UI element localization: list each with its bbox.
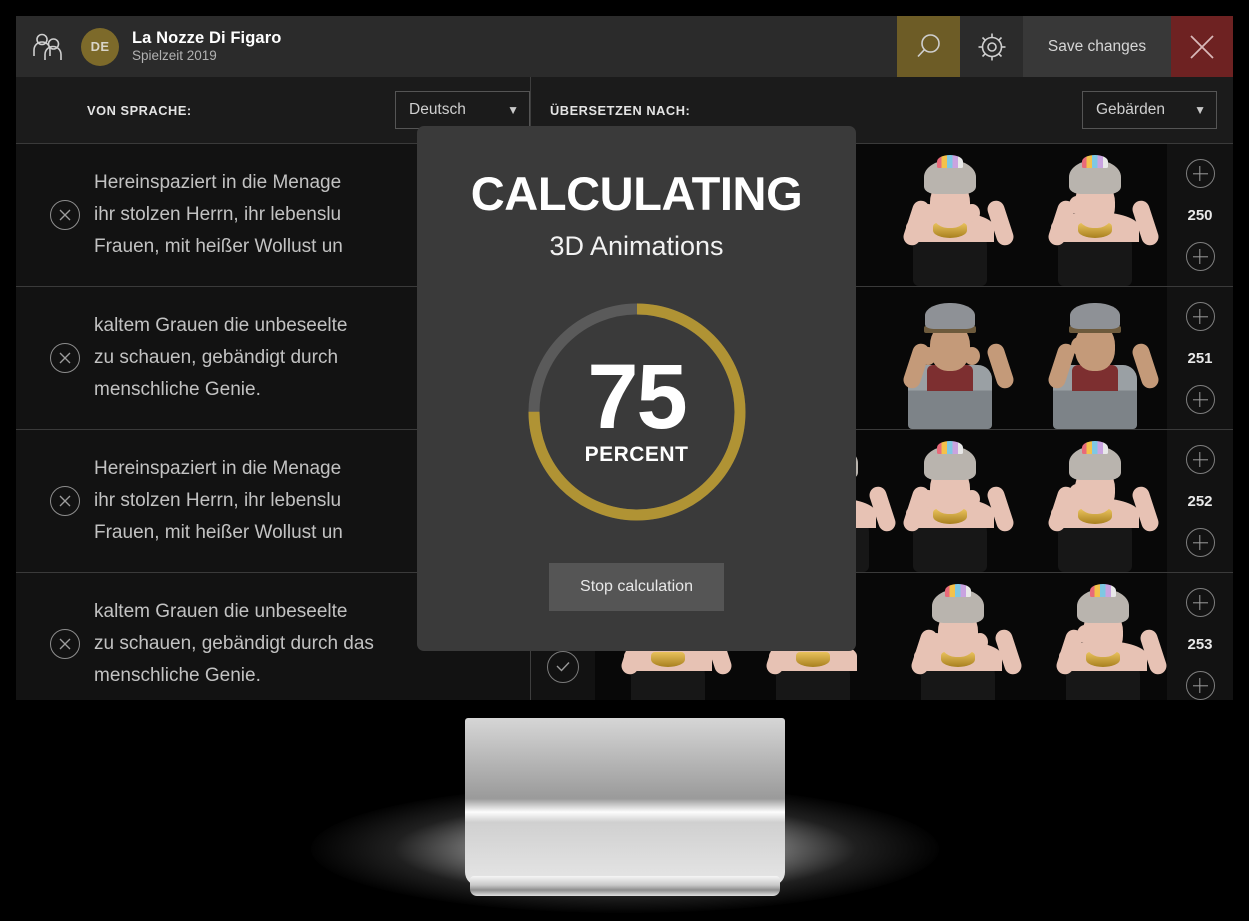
- from-language-value: Deutsch: [409, 101, 466, 118]
- gear-icon: [978, 33, 1005, 60]
- calculating-modal: CALCULATING 3D Animations 75 PERCENT Sto…: [417, 126, 856, 651]
- page-subtitle: Spielzeit 2019: [132, 48, 217, 64]
- plus-circle-icon[interactable]: [1185, 588, 1215, 617]
- monitor-stand-base: [469, 876, 780, 896]
- monitor-device: DE La Nozze Di Figaro Spielzeit 2019 Sav…: [0, 0, 1249, 921]
- avatar-thumbnail[interactable]: [1022, 430, 1167, 572]
- close-circle-icon[interactable]: [50, 486, 80, 516]
- title-block: DE La Nozze Di Figaro Spielzeit 2019: [79, 16, 897, 77]
- row-number: 252: [1187, 492, 1213, 510]
- avatar-thumbnail[interactable]: [1030, 573, 1167, 700]
- close-circle-icon[interactable]: [50, 200, 80, 230]
- avatar-thumbnail[interactable]: [877, 430, 1022, 572]
- to-language-value: Gebärden: [1096, 101, 1165, 118]
- avatar-thumbnail[interactable]: [877, 144, 1022, 286]
- avatar-thumbnail[interactable]: [1022, 144, 1167, 286]
- close-button[interactable]: [1171, 16, 1233, 77]
- close-circle-icon[interactable]: [50, 629, 80, 659]
- chevron-down-icon: ▼: [1194, 103, 1206, 117]
- plus-circle-icon[interactable]: [1185, 445, 1215, 474]
- language-badge: DE: [81, 27, 119, 66]
- plus-circle-icon[interactable]: [1185, 159, 1215, 188]
- stop-calculation-button[interactable]: Stop calculation: [549, 563, 724, 611]
- plus-circle-icon[interactable]: [1185, 302, 1215, 331]
- row-text: Hereinspaziert in die Menage ihr stolzen…: [94, 172, 343, 257]
- avatar-thumbnail[interactable]: [885, 573, 1030, 700]
- row-text: Hereinspaziert in die Menage ihr stolzen…: [94, 458, 343, 543]
- plus-circle-icon[interactable]: [1185, 528, 1215, 557]
- modal-subtitle: 3D Animations: [549, 231, 724, 261]
- avatar-thumbnail[interactable]: [1022, 287, 1167, 429]
- check-circle-icon[interactable]: [547, 651, 579, 683]
- page-title: La Nozze Di Figaro: [132, 28, 282, 47]
- settings-button[interactable]: [960, 16, 1023, 77]
- plus-circle-icon[interactable]: [1185, 242, 1215, 271]
- from-language-select[interactable]: Deutsch ▼: [395, 91, 530, 129]
- row-number: 253: [1187, 635, 1213, 653]
- row-number-cell: 251: [1167, 287, 1233, 429]
- users-icon[interactable]: [16, 16, 79, 77]
- row-number: 250: [1187, 206, 1213, 224]
- save-changes-button[interactable]: Save changes: [1023, 16, 1171, 77]
- chevron-down-icon: ▼: [507, 103, 519, 117]
- app-header: DE La Nozze Di Figaro Spielzeit 2019 Sav…: [16, 16, 1233, 77]
- plus-circle-icon[interactable]: [1185, 385, 1215, 414]
- to-language-select[interactable]: Gebärden ▼: [1082, 91, 1217, 129]
- from-language-label: VON SPRACHE:: [87, 102, 192, 118]
- close-icon: [1190, 34, 1214, 59]
- progress-ring: 75 PERCENT: [521, 296, 753, 528]
- row-number-cell: 252: [1167, 430, 1233, 572]
- row-text: kaltem Grauen die unbeseelte zu schauen,…: [94, 315, 348, 400]
- to-language-label: ÜBERSETZEN NACH:: [550, 102, 691, 118]
- row-number: 251: [1187, 349, 1213, 367]
- row-text: kaltem Grauen die unbeseelte zu schauen,…: [94, 601, 374, 686]
- progress-percent-value: 75: [587, 345, 687, 448]
- progress-percent-unit: PERCENT: [584, 443, 689, 467]
- monitor-stand-neck: [464, 718, 785, 886]
- search-icon: [916, 33, 940, 57]
- row-number-cell: 253: [1167, 573, 1233, 700]
- screen: DE La Nozze Di Figaro Spielzeit 2019 Sav…: [16, 16, 1233, 700]
- modal-title: CALCULATING: [470, 167, 803, 220]
- search-button[interactable]: [897, 16, 960, 77]
- row-number-cell: 250: [1167, 144, 1233, 286]
- close-circle-icon[interactable]: [50, 343, 80, 373]
- plus-circle-icon[interactable]: [1185, 671, 1215, 700]
- avatar-thumbnail[interactable]: [877, 287, 1022, 429]
